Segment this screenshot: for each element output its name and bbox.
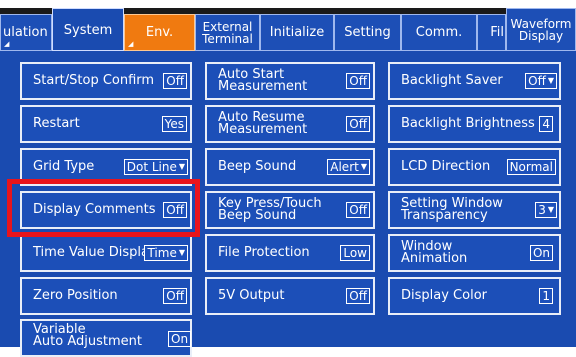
key-press-touch-beep-value: Off bbox=[346, 202, 370, 218]
beep-sound-button[interactable]: Beep Sound Alert ▼ bbox=[205, 148, 375, 186]
tab-waveform-display-line1: Waveform bbox=[510, 16, 572, 31]
zero-position-button[interactable]: Zero Position Off bbox=[20, 277, 192, 315]
auto-start-measurement-value: Off bbox=[346, 73, 370, 89]
key-press-touch-beep-button[interactable]: Key Press/Touch Beep Sound Off bbox=[205, 191, 375, 229]
file-protection-value: Low bbox=[340, 245, 370, 261]
restart-button[interactable]: Restart Yes bbox=[20, 105, 192, 143]
auto-resume-measurement-button[interactable]: Auto Resume Measurement Off bbox=[205, 105, 375, 143]
zero-position-label: Zero Position bbox=[33, 288, 118, 303]
grid-type-label: Grid Type bbox=[33, 159, 95, 174]
tab-indicator-icon: ◢ bbox=[4, 40, 10, 48]
variable-auto-adjustment-label: Variable Auto Adjustment bbox=[33, 322, 142, 349]
highlight-box bbox=[7, 179, 200, 237]
time-value-display-button[interactable]: Time Value Display Time ▼ bbox=[20, 234, 192, 272]
start-stop-confirm-label: Start/Stop Confirm bbox=[33, 73, 155, 88]
five-v-output-button[interactable]: 5V Output Off bbox=[205, 277, 375, 315]
dropdown-icon: ▼ bbox=[178, 248, 185, 257]
dropdown-icon: ▼ bbox=[547, 76, 554, 85]
tab-system[interactable]: System bbox=[52, 8, 124, 51]
auto-resume-measurement-value: Off bbox=[346, 116, 370, 132]
backlight-saver-button[interactable]: Backlight Saver Off ▼ bbox=[388, 62, 561, 100]
five-v-output-label: 5V Output bbox=[218, 288, 285, 303]
variable-auto-adjustment-button[interactable]: Variable Auto Adjustment On bbox=[20, 319, 192, 357]
tab-file-label: Fil bbox=[490, 25, 504, 40]
backlight-saver-label: Backlight Saver bbox=[401, 73, 503, 88]
backlight-brightness-label: Backlight Brightness bbox=[401, 116, 535, 131]
file-protection-button[interactable]: File Protection Low bbox=[205, 234, 375, 272]
tab-setting[interactable]: Setting bbox=[334, 14, 401, 51]
start-stop-confirm-button[interactable]: Start/Stop Confirm Off bbox=[20, 62, 192, 100]
beep-sound-value: Alert ▼ bbox=[327, 159, 370, 175]
tab-external-terminal-line1: External bbox=[202, 19, 253, 34]
display-color-value: 1 bbox=[539, 288, 553, 304]
tab-system-label: System bbox=[63, 23, 113, 38]
restart-label: Restart bbox=[33, 116, 80, 131]
tab-comm-label: Comm. bbox=[415, 25, 463, 40]
setting-window-transparency-value: 3 ▼ bbox=[535, 202, 557, 218]
dropdown-icon: ▼ bbox=[178, 162, 185, 171]
time-value-display-label: Time Value Display bbox=[33, 245, 157, 260]
restart-value: Yes bbox=[161, 116, 187, 132]
variable-auto-adjustment-value: On bbox=[168, 331, 192, 347]
tab-initialize-label: Initialize bbox=[269, 25, 325, 40]
tab-initialize[interactable]: Initialize bbox=[260, 14, 334, 51]
tab-env[interactable]: Env. ◢ bbox=[124, 14, 195, 51]
backlight-brightness-value: 4 bbox=[539, 116, 553, 132]
zero-position-value: Off bbox=[163, 288, 187, 304]
start-stop-confirm-value: Off bbox=[163, 73, 187, 89]
window-animation-label: Window Animation bbox=[401, 239, 468, 266]
dropdown-icon: ▼ bbox=[547, 205, 554, 214]
tab-indicator-icon: ◢ bbox=[128, 40, 134, 48]
tab-external-terminal[interactable]: External Terminal bbox=[195, 14, 260, 51]
auto-start-measurement-button[interactable]: Auto Start Measurement Off bbox=[205, 62, 375, 100]
tab-waveform-display-line2: Display bbox=[518, 28, 564, 43]
setting-window-transparency-label: Setting Window Transparency bbox=[401, 196, 503, 223]
tab-waveform-display[interactable]: Waveform Display bbox=[506, 8, 576, 51]
lcd-direction-label: LCD Direction bbox=[401, 159, 491, 174]
tab-file[interactable]: Fil bbox=[477, 14, 506, 51]
display-color-button[interactable]: Display Color 1 bbox=[388, 277, 561, 315]
setting-window-transparency-button[interactable]: Setting Window Transparency 3 ▼ bbox=[388, 191, 561, 229]
beep-sound-label: Beep Sound bbox=[218, 159, 297, 174]
key-press-touch-beep-label: Key Press/Touch Beep Sound bbox=[218, 196, 322, 223]
window-animation-value: On bbox=[529, 245, 553, 261]
lcd-direction-button[interactable]: LCD Direction Normal bbox=[388, 148, 561, 186]
grid-type-value: Dot Line ▼ bbox=[123, 159, 188, 175]
auto-start-measurement-label: Auto Start Measurement bbox=[218, 67, 308, 94]
backlight-brightness-button[interactable]: Backlight Brightness 4 bbox=[388, 105, 561, 143]
tab-setting-label: Setting bbox=[344, 25, 391, 40]
window-animation-button[interactable]: Window Animation On bbox=[388, 234, 561, 272]
tab-external-terminal-line2: Terminal bbox=[202, 31, 253, 46]
auto-resume-measurement-label: Auto Resume Measurement bbox=[218, 110, 308, 137]
lcd-direction-value: Normal bbox=[506, 159, 556, 175]
tab-simulation-label: ulation bbox=[3, 25, 48, 40]
five-v-output-value: Off bbox=[346, 288, 370, 304]
tab-comm[interactable]: Comm. bbox=[401, 14, 477, 51]
backlight-saver-value: Off ▼ bbox=[525, 73, 557, 89]
file-protection-label: File Protection bbox=[218, 245, 310, 260]
tab-simulation[interactable]: ulation ◢ bbox=[0, 14, 52, 51]
display-color-label: Display Color bbox=[401, 288, 487, 303]
time-value-display-value: Time ▼ bbox=[144, 245, 188, 261]
tab-env-label: Env. bbox=[145, 25, 174, 40]
dropdown-icon: ▼ bbox=[360, 162, 367, 171]
